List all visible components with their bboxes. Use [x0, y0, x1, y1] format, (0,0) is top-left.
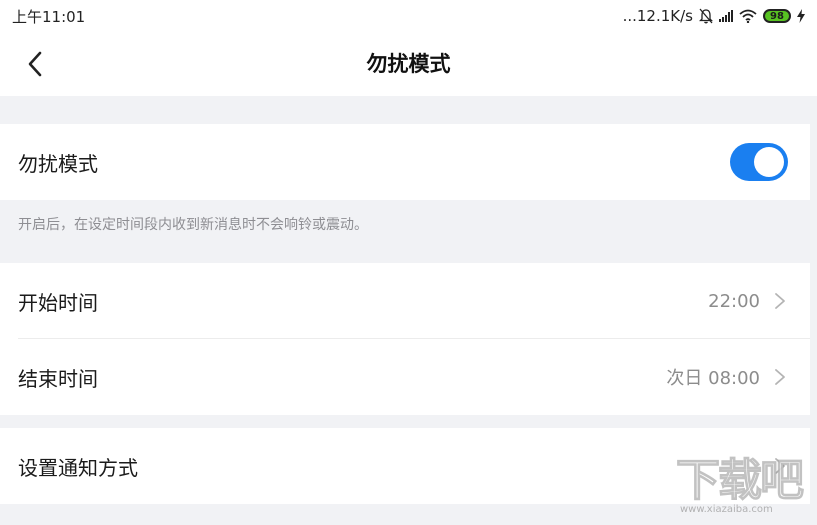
- nav-bar: 勿扰模式: [0, 32, 817, 96]
- start-time-value: 22:00: [708, 290, 760, 312]
- notification-label: 设置通知方式: [18, 455, 138, 480]
- watermark-url: www.xiazaiba.com: [680, 504, 773, 515]
- dnd-hint: 开启后，在设定时间段内收到新消息时不会响铃或震动。: [18, 217, 368, 233]
- battery-icon: 98: [763, 9, 791, 23]
- end-time-value: 次日 08:00: [666, 368, 760, 389]
- chevron-right-icon: [775, 369, 785, 385]
- toggle-knob: [754, 147, 784, 177]
- end-time-label: 结束时间: [18, 366, 98, 391]
- watermark-logo: 下载吧: [675, 455, 804, 506]
- dnd-card: 勿扰模式: [0, 124, 810, 200]
- status-bar: 上午11:01 ...12.1K/s 98: [0, 0, 817, 32]
- start-time-label: 开始时间: [18, 290, 98, 315]
- bell-off-icon: [699, 8, 713, 24]
- signal-icon: [719, 10, 733, 22]
- status-icons: ...12.1K/s 98: [623, 7, 805, 25]
- status-time: 上午11:01: [12, 7, 86, 26]
- page-title: 勿扰模式: [366, 52, 451, 76]
- end-time-row[interactable]: 结束时间 次日 08:00: [0, 339, 810, 415]
- dnd-toggle[interactable]: [730, 143, 788, 181]
- chevron-left-icon[interactable]: [22, 50, 50, 78]
- dnd-row: 勿扰模式: [0, 124, 810, 200]
- start-time-row[interactable]: 开始时间 22:00: [0, 263, 810, 339]
- wifi-icon: [739, 9, 757, 23]
- charging-icon: [797, 9, 805, 23]
- schedule-card: 开始时间 22:00 结束时间 次日 08:00: [0, 263, 810, 415]
- network-speed: ...12.1K/s: [622, 7, 693, 25]
- dnd-label: 勿扰模式: [18, 151, 98, 176]
- chevron-right-icon: [775, 293, 785, 309]
- watermark: 下载吧 www.xiazaiba.com: [675, 455, 804, 515]
